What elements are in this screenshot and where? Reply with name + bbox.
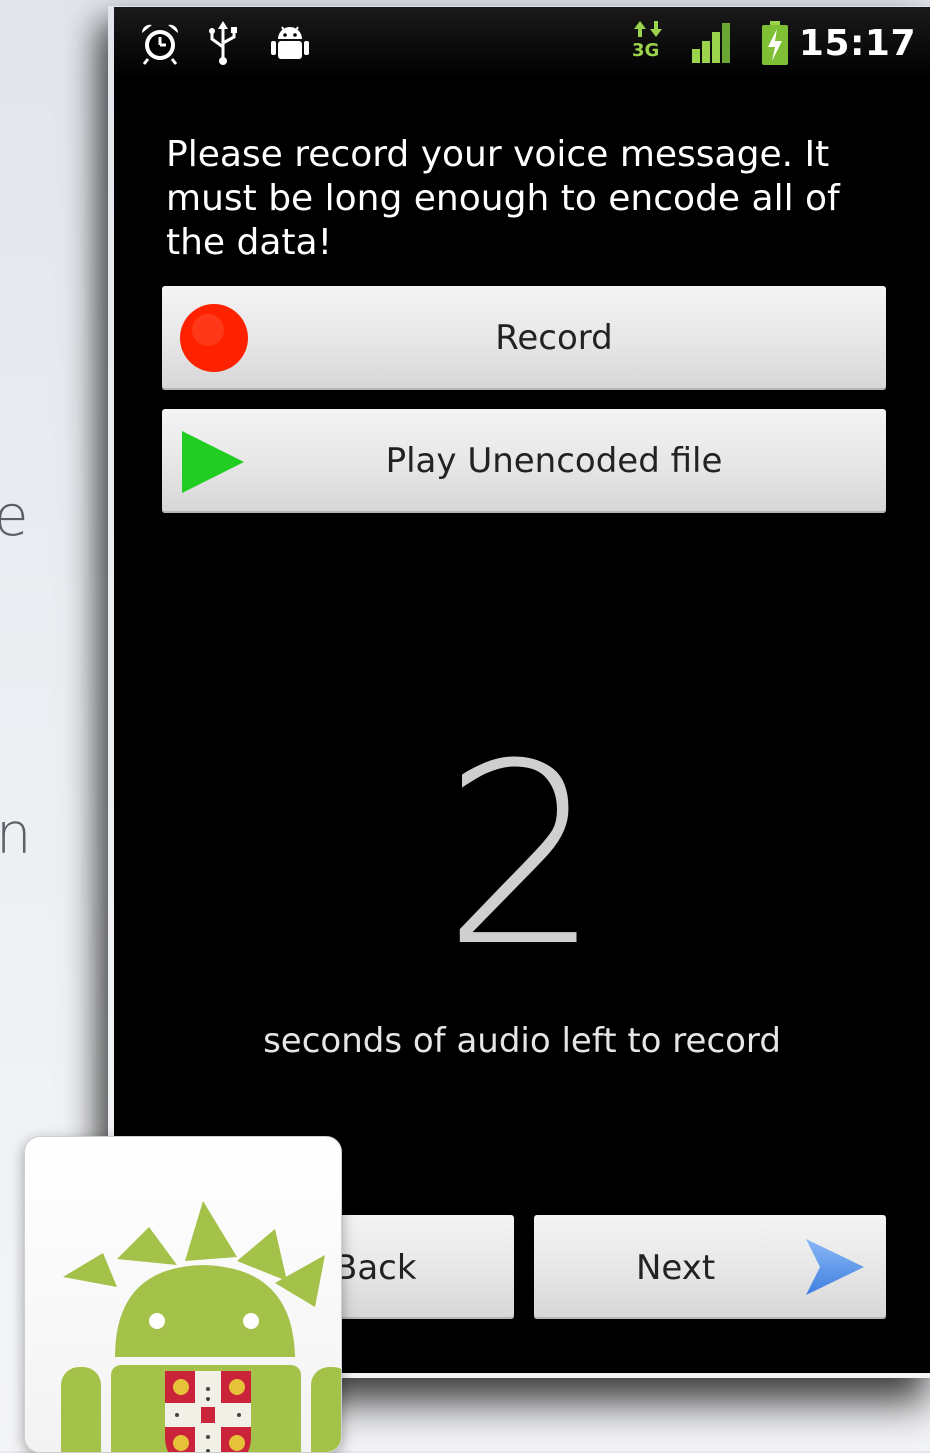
record-button-label: Record [495,318,613,358]
usb-icon [209,21,237,65]
play-button-label: Play Unencoded file [385,441,723,481]
record-instructions: Please record your voice message. It mus… [166,134,840,263]
play-unencoded-button[interactable]: Play Unencoded file [162,409,886,513]
back-button-label: Back [334,1248,417,1288]
next-button[interactable]: Next [534,1215,886,1319]
slide-text-fragment: e [0,484,29,549]
battery-charging-icon [762,21,788,65]
slide-text-fragment: n [0,802,32,867]
android-debug-icon [271,26,309,59]
android-shield-logo-icon [61,1201,341,1452]
next-button-label: Next [636,1248,716,1288]
clock-time: 15:17 [798,23,916,64]
countdown-label: seconds of audio left to record [263,1021,781,1061]
signal-strength-icon [692,23,730,63]
app-logo [24,1136,342,1453]
countdown-value: 2 [442,710,602,1001]
data-activity-icon: 3G [628,21,668,65]
network-type-label: 3G [632,40,660,61]
status-bar: 3G 15:17 [114,7,930,79]
alarm-icon [141,24,179,65]
next-arrow-icon [806,1239,864,1295]
record-button[interactable]: Record [162,286,886,390]
